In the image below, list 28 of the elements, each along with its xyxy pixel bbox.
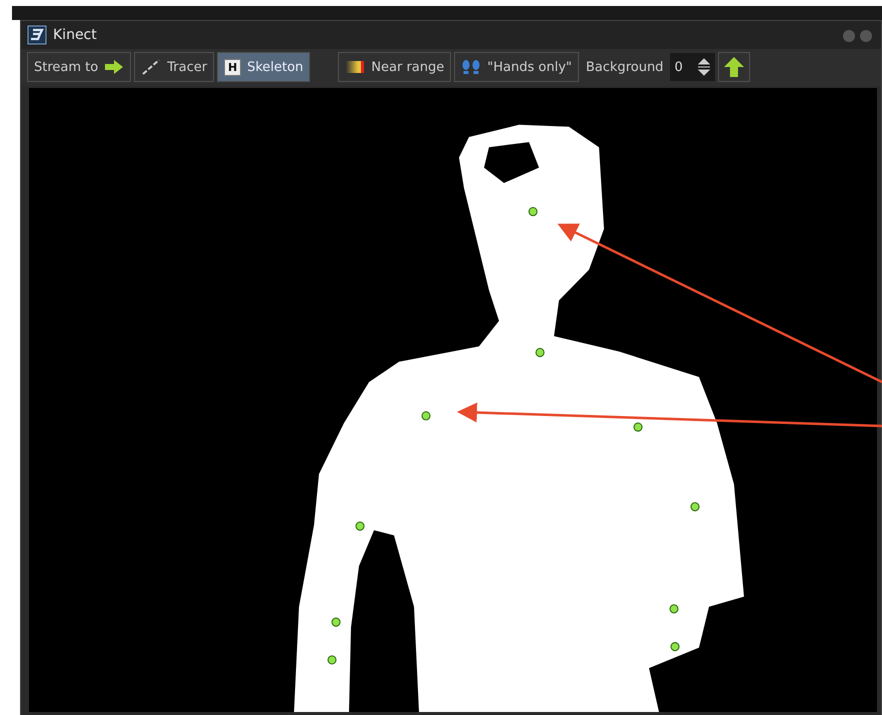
- toolbar-button[interactable]: Stream to: [27, 52, 132, 82]
- joint-marker-icon: [328, 655, 336, 664]
- joint-marker-icon: [634, 422, 642, 432]
- window-title: Kinect: [53, 27, 97, 43]
- toolbar-button[interactable]: H Skeleton: [217, 52, 310, 82]
- dashed-line-icon: [141, 59, 162, 75]
- toolbar-button[interactable]: "Hands only": [454, 52, 579, 82]
- toolbar-button[interactable]: Near range: [338, 52, 452, 82]
- skeleton-icon: H: [224, 58, 242, 76]
- background-spin-field[interactable]: 0: [670, 53, 715, 81]
- gradient-swatch-icon: [345, 59, 366, 75]
- joint-marker-icon: [422, 411, 430, 420]
- joint-marker-icon: [536, 348, 544, 358]
- joint-marker-icon: [670, 604, 678, 614]
- hair-gap-drawing: [484, 142, 539, 183]
- upload-button[interactable]: [718, 52, 750, 82]
- arrow-up-icon: [722, 56, 745, 78]
- footprints-icon: [461, 58, 482, 76]
- background-label: Background: [584, 60, 664, 74]
- joint-marker-icon: [528, 206, 538, 216]
- app-logo-icon: [27, 25, 47, 45]
- joint-marker-icon: [356, 522, 364, 531]
- arrow-right-icon: [104, 59, 124, 75]
- toolbar-button[interactable]: Tracer: [134, 52, 214, 82]
- joint-marker-icon: [332, 618, 340, 627]
- joint-marker-icon: [670, 642, 680, 652]
- spin-arrows-icon[interactable]: [696, 57, 711, 77]
- joint-marker-icon: [690, 502, 700, 512]
